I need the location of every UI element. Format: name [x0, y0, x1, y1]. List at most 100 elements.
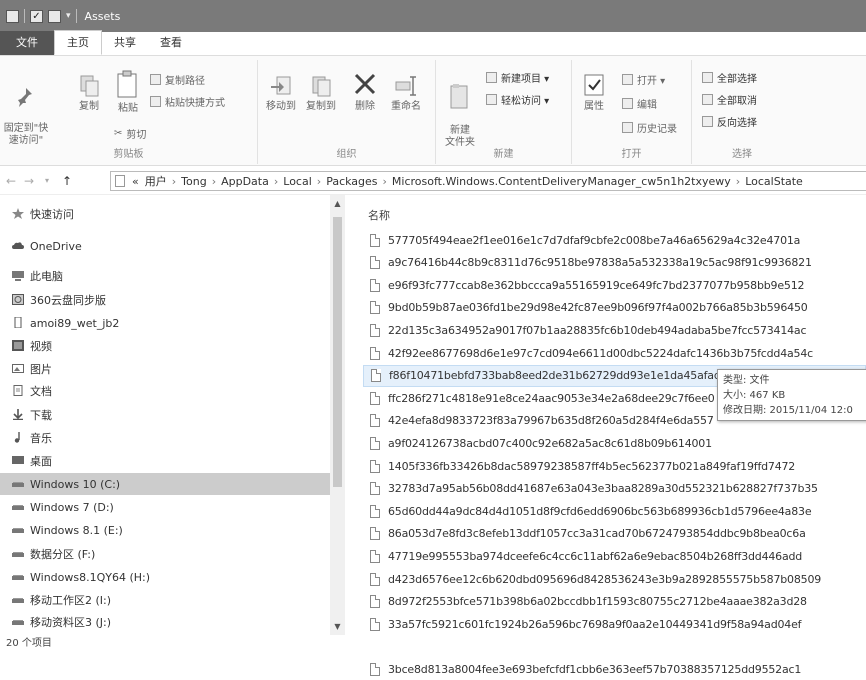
cut-button[interactable]: ✂ 剪切	[114, 126, 146, 141]
nav-item-label: Windows8.1QY64 (H:)	[30, 570, 151, 584]
scroll-down-icon[interactable]: ▼	[330, 622, 345, 631]
copy-path-button[interactable]: 复制路径	[150, 72, 205, 87]
recent-locations-icon[interactable]: ▾	[40, 176, 54, 185]
file-row[interactable]: 42f92ee8677698d6e1e97c7cd094e6611d00dbc5…	[363, 342, 866, 364]
invert-selection-button[interactable]: 反向选择	[702, 114, 757, 129]
clipboard-group: 固定到"快 速访问" 复制 粘贴 复制路径 粘贴快捷方式 ✂ 剪切 剪贴板	[0, 60, 258, 164]
nav-item[interactable]: Windows 8.1 (E:)	[0, 519, 330, 541]
new-folder-quick-icon[interactable]	[48, 9, 61, 23]
nav-item-label: 移动资料区3 (J:)	[30, 616, 112, 629]
up-arrow-icon[interactable]: ↑	[60, 174, 74, 188]
window-menu-icon[interactable]	[6, 9, 19, 23]
file-row[interactable]: 1405f336fb33426b8dac58979238587ff4b5ec56…	[363, 455, 866, 477]
nav-scroll-thumb[interactable]	[333, 217, 342, 487]
nav-item[interactable]: Windows8.1QY64 (H:)	[0, 566, 330, 588]
nav-item[interactable]: 快速访问	[0, 203, 330, 225]
breadcrumb-packages[interactable]: Packages	[326, 175, 377, 188]
file-row[interactable]: 8d972f2553bfce571b398b6a02bccdbb1f1593c8…	[363, 591, 866, 613]
forward-icon[interactable]: →	[22, 174, 36, 188]
customize-toolbar-icon[interactable]: ▾	[66, 11, 71, 21]
paste-button[interactable]: 粘贴	[112, 70, 144, 115]
nav-item[interactable]: 桌面	[0, 450, 330, 472]
breadcrumb-tong[interactable]: Tong	[181, 175, 207, 188]
new-folder-button[interactable]: 新建 文件夹	[440, 70, 480, 149]
nav-item[interactable]: amoi89_wet_jb2	[0, 312, 330, 334]
properties-check-icon[interactable]: ✓	[30, 9, 43, 23]
cloud-sync-icon	[12, 294, 24, 305]
nav-item[interactable]: 下载	[0, 404, 330, 426]
new-item-icon	[486, 72, 497, 83]
nav-item[interactable]: 数据分区 (F:)	[0, 543, 330, 565]
drive-icon	[12, 482, 24, 487]
file-row[interactable]: 32783d7a95ab56b08dd41687e63a043e3baa8289…	[363, 478, 866, 500]
breadcrumb-localstate[interactable]: LocalState	[745, 175, 803, 188]
tab-view[interactable]: 查看	[148, 31, 194, 55]
nav-item[interactable]: 音乐	[0, 427, 330, 449]
file-row[interactable]: 33a57fc5921c601fc1924b26a596bc7698a9f0aa…	[363, 613, 866, 635]
properties-button[interactable]: 属性	[578, 72, 610, 113]
nav-scrollbar[interactable]: ▲ ▼	[330, 195, 345, 635]
nav-item[interactable]: 文档	[0, 380, 330, 402]
address-bar[interactable]: « 用户 › Tong › AppData › Local › Packages › Mi…	[110, 171, 866, 191]
nav-item[interactable]: Windows 7 (D:)	[0, 496, 330, 518]
nav-item[interactable]: 移动资料区3 (J:)	[0, 611, 330, 633]
file-icon	[370, 527, 380, 541]
nav-item[interactable]: 移动工作区2 (I:)	[0, 589, 330, 611]
breadcrumb-contentdeliverymanager[interactable]: Microsoft.Windows.ContentDeliveryManager…	[392, 175, 731, 188]
pin-quick-access-button[interactable]: 固定到"快 速访问"	[2, 74, 50, 147]
file-row[interactable]: 65d60dd44a9dc84d4d1051d8f9cfd6edd6906bc5…	[363, 500, 866, 522]
video-icon	[12, 340, 24, 351]
move-to-button[interactable]: 移动到	[262, 74, 300, 113]
file-row[interactable]: 47719e995553ba974dceefe6c4cc6c11abf62a6e…	[363, 545, 866, 567]
file-row[interactable]: 3bce8d813a8004fee3e693befcfdf1cbb6e363ee…	[363, 658, 866, 680]
back-icon[interactable]: ←	[4, 174, 18, 188]
copy-path-icon	[150, 74, 161, 85]
file-row[interactable]: e96f93fc777ccab8e362bbccca9a55165919ce64…	[363, 274, 866, 296]
window-title: Assets	[84, 9, 121, 23]
paste-shortcut-button[interactable]: 粘贴快捷方式	[150, 94, 225, 109]
nav-item-label: 下载	[30, 409, 52, 422]
file-name: 42e4efa8d9833723f83a79967b635d8f260a5d28…	[388, 414, 714, 428]
file-row[interactable]: a9f024126738acbd07c400c92e682a5ac8c61d8b…	[363, 432, 866, 454]
breadcrumb-local[interactable]: Local	[283, 175, 312, 188]
breadcrumb-overflow[interactable]: «	[132, 175, 139, 188]
tab-share[interactable]: 共享	[102, 31, 148, 55]
history-button[interactable]: 历史记录	[622, 120, 677, 135]
select-all-icon	[702, 72, 713, 83]
nav-item[interactable]: Windows 10 (C:)	[0, 473, 330, 495]
file-row[interactable]: 22d135c3a634952a9017f07b1aa28835fc6b10de…	[363, 319, 866, 341]
file-name: ffc286f271c4818e91e8ce24aac9053e34e2a68d…	[388, 391, 715, 405]
new-group: 新建 文件夹 新建项目 ▾ 轻松访问 ▾ 新建	[436, 60, 572, 164]
tab-home[interactable]: 主页	[54, 30, 102, 55]
easy-access-button[interactable]: 轻松访问 ▾	[486, 92, 549, 107]
new-item-button[interactable]: 新建项目 ▾	[486, 70, 549, 85]
copy-to-button[interactable]: 复制到	[302, 74, 340, 113]
scroll-up-icon[interactable]: ▲	[330, 199, 345, 208]
edit-button[interactable]: 编辑	[622, 96, 657, 111]
tab-file[interactable]: 文件	[0, 31, 54, 55]
file-row[interactable]: a9c76416b44c8b9c8311d76c9518be97838a5a53…	[363, 252, 866, 274]
delete-button[interactable]: 删除	[350, 72, 380, 113]
copy-button[interactable]: 复制	[74, 74, 104, 113]
open-button[interactable]: 打开 ▾	[622, 72, 665, 87]
file-name: 32783d7a95ab56b08dd41687e63a043e3baa8289…	[388, 482, 818, 496]
nav-item[interactable]: 此电脑	[0, 265, 330, 287]
column-header-name[interactable]: 名称	[368, 207, 390, 223]
file-row[interactable]: 86a053d7e8fd3c8efeb13ddf1057cc3a31cad70b…	[363, 523, 866, 545]
select-none-button[interactable]: 全部取消	[702, 92, 757, 107]
breadcrumb-users[interactable]: 用户	[145, 173, 167, 189]
file-row[interactable]: 577705f494eae2f1ee016e1c7d7dfaf9cbfe2c00…	[363, 229, 866, 251]
nav-item[interactable]: 360云盘同步版	[0, 289, 330, 311]
rename-button[interactable]: 重命名	[386, 74, 426, 113]
file-row[interactable]: d423d6576ee12c6b620dbd095696d8428536243e…	[363, 568, 866, 590]
file-icon	[370, 301, 380, 315]
select-all-button[interactable]: 全部选择	[702, 70, 757, 85]
file-row[interactable]: 9bd0b59b87ae036fd1be29d98e42fc87ee9b096f…	[363, 297, 866, 319]
breadcrumb-appdata[interactable]: AppData	[221, 175, 269, 188]
ribbon: 固定到"快 速访问" 复制 粘贴 复制路径 粘贴快捷方式 ✂ 剪切 剪贴板 移动到…	[0, 56, 866, 166]
new-group-label: 新建	[493, 149, 514, 160]
nav-item[interactable]: 图片	[0, 358, 330, 380]
nav-item[interactable]: 视频	[0, 335, 330, 357]
nav-item[interactable]: OneDrive	[0, 235, 330, 257]
open-icon	[622, 74, 633, 85]
